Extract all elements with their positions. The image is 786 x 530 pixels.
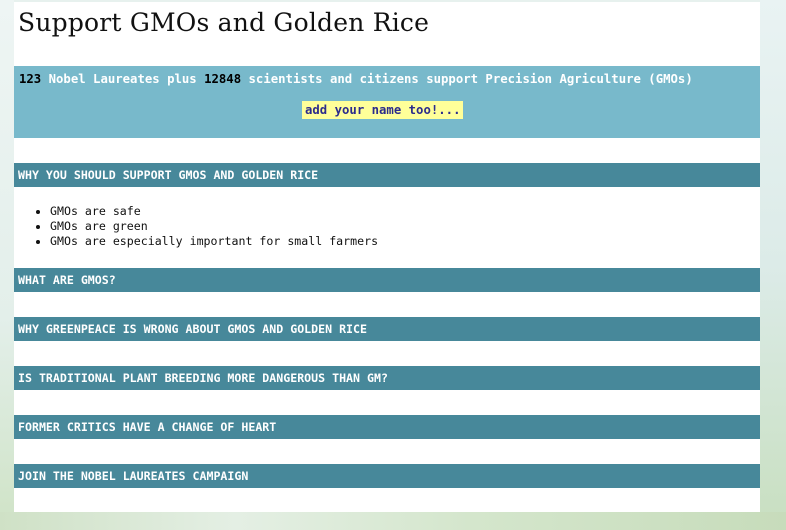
section-why-support[interactable]: WHY YOU SHOULD SUPPORT GMOS AND GOLDEN R… [14, 163, 760, 187]
section-greenpeace-wrong[interactable]: WHY GREENPEACE IS WRONG ABOUT GMOS AND G… [14, 317, 760, 341]
section-join-campaign[interactable]: JOIN THE NOBEL LAUREATES CAMPAIGN [14, 464, 760, 488]
page-content: Support GMOs and Golden Rice 123 Nobel L… [14, 2, 760, 512]
list-item: GMOs are green [50, 219, 378, 234]
background-right [760, 0, 786, 530]
section-former-critics[interactable]: FORMER CRITICS HAVE A CHANGE OF HEART [14, 415, 760, 439]
scientists-text: scientists and citizens support Precisio… [241, 72, 693, 86]
support-count-line: 123 Nobel Laureates plus 12848 scientist… [19, 72, 693, 86]
section-traditional-breeding[interactable]: IS TRADITIONAL PLANT BREEDING MORE DANGE… [14, 366, 760, 390]
background-bottom [0, 512, 786, 530]
scientists-count: 12848 [204, 72, 242, 86]
laureates-text: Nobel Laureates plus [41, 72, 205, 86]
page-title: Support GMOs and Golden Rice [18, 8, 430, 37]
laureates-count: 123 [19, 72, 42, 86]
support-banner: 123 Nobel Laureates plus 12848 scientist… [14, 66, 760, 138]
background-left [0, 0, 14, 530]
why-support-list: GMOs are safe GMOs are green GMOs are es… [14, 204, 378, 249]
list-item: GMOs are especially important for small … [50, 234, 378, 249]
section-what-are-gmos[interactable]: WHAT ARE GMOS? [14, 268, 760, 292]
list-item: GMOs are safe [50, 204, 378, 219]
add-your-name-link[interactable]: add your name too!... [302, 101, 464, 119]
